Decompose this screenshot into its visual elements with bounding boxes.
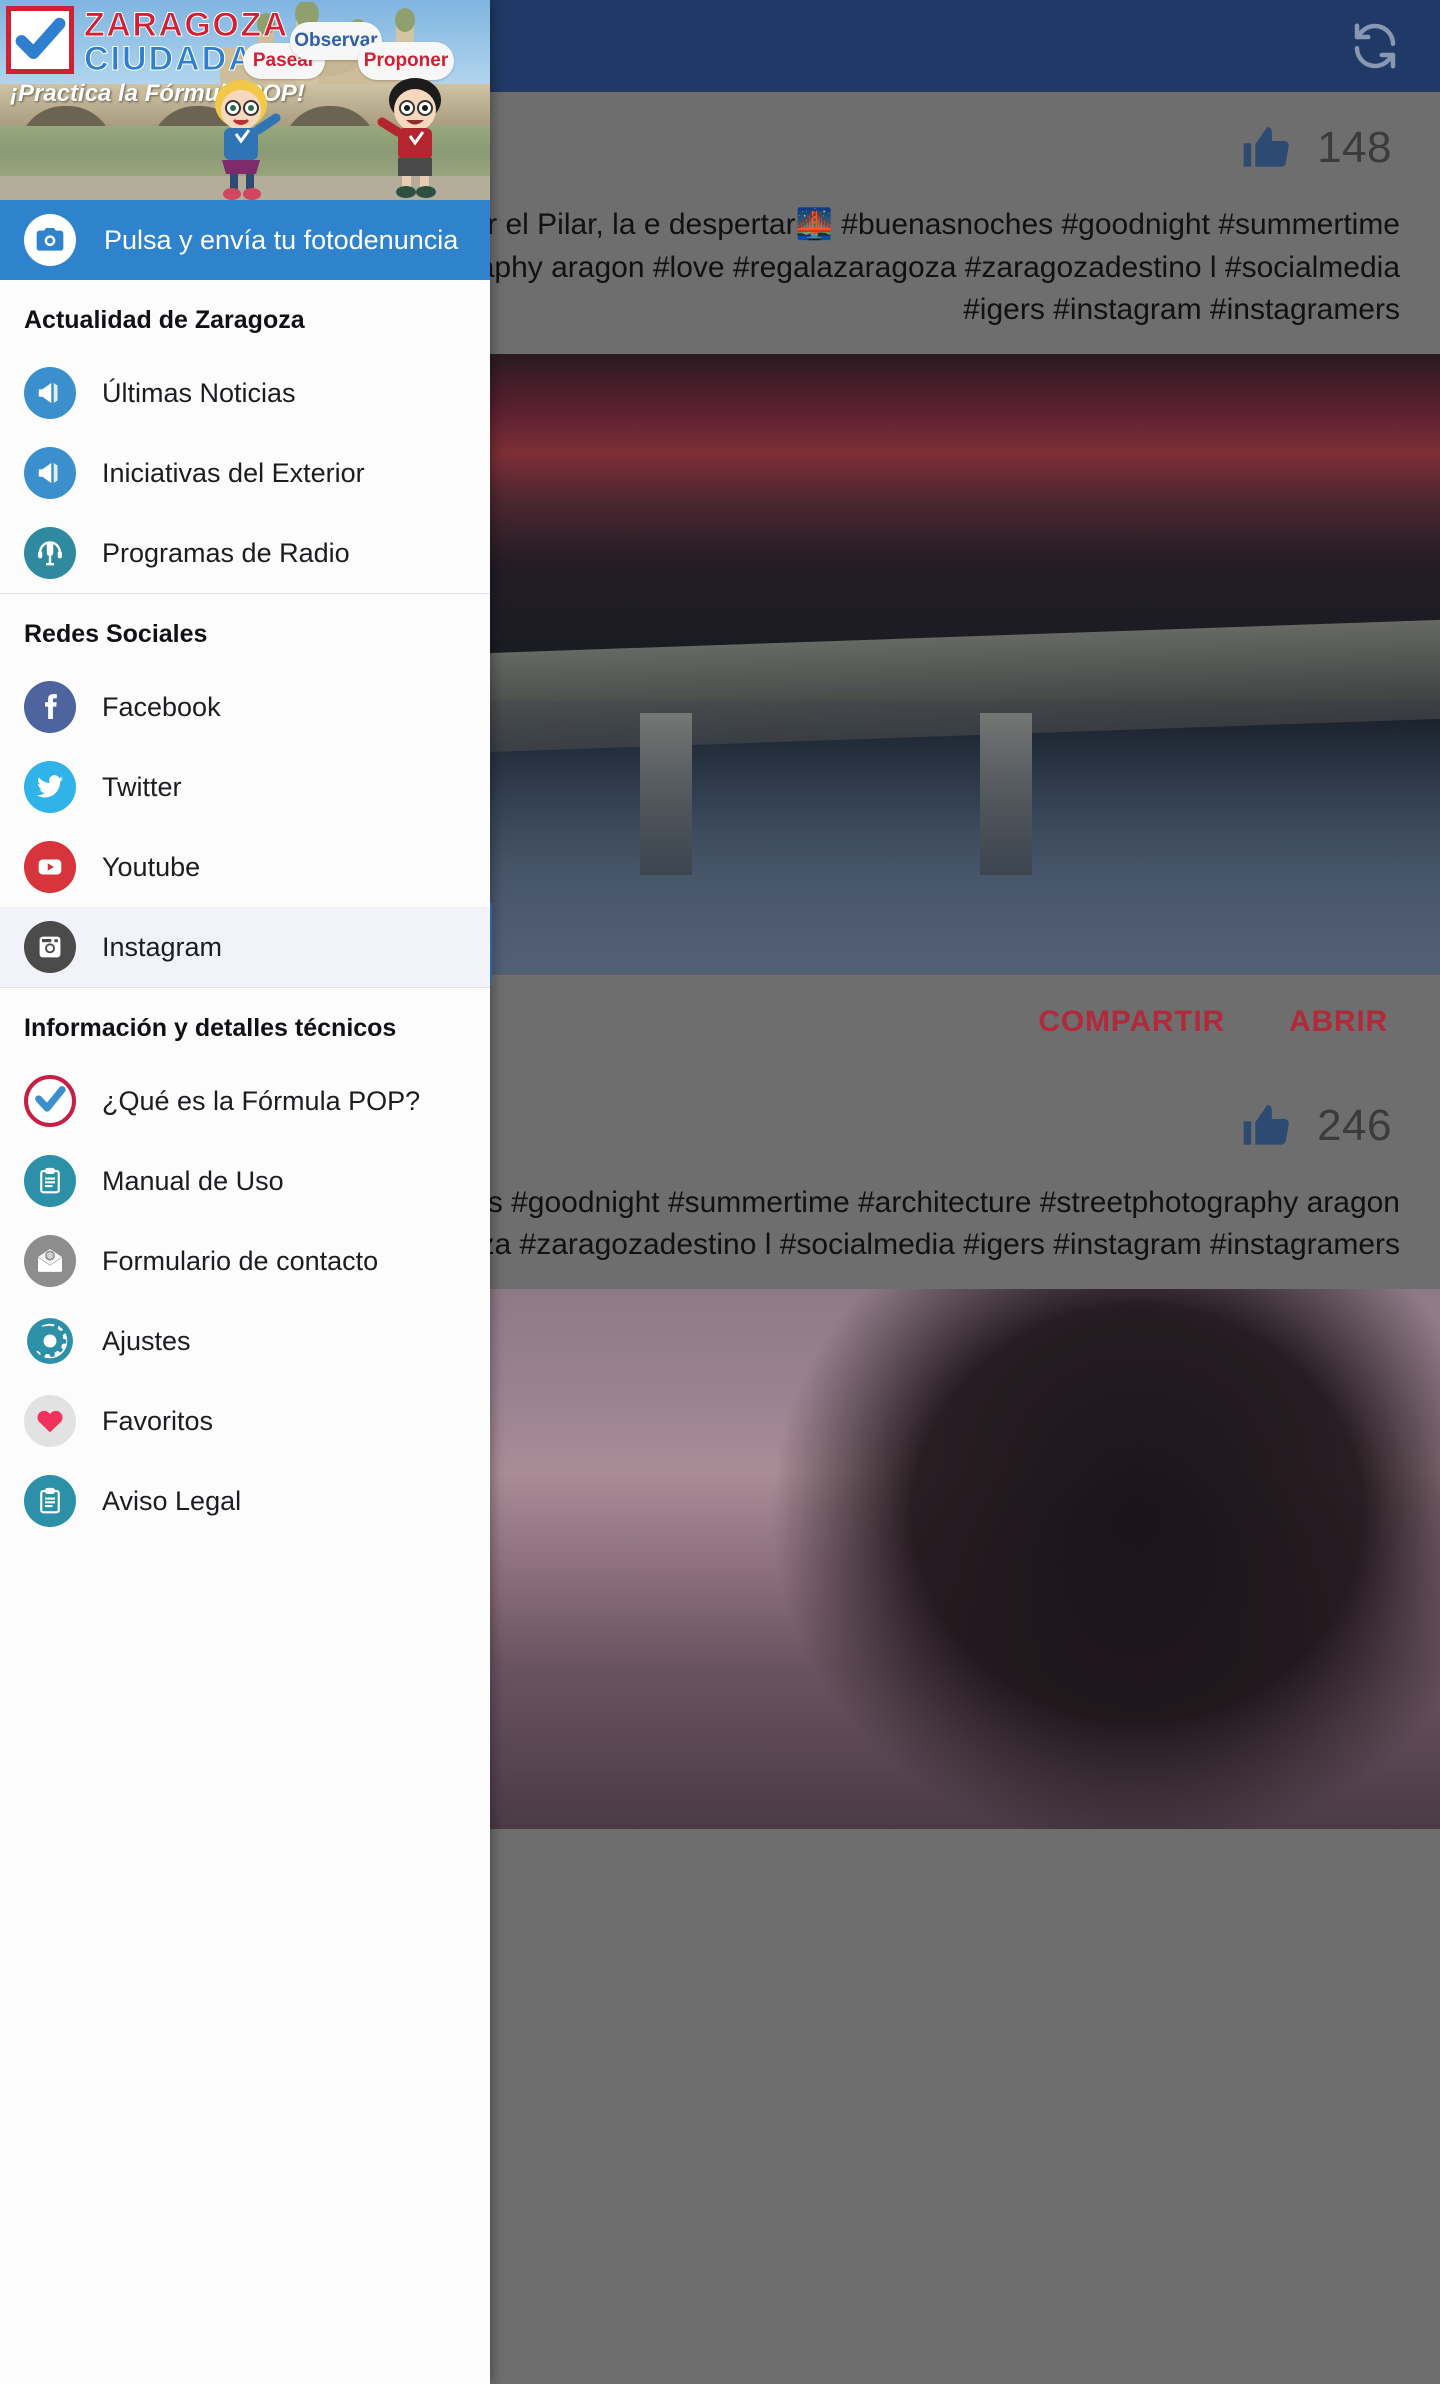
heart-icon: [24, 1395, 76, 1447]
camera-icon: [24, 214, 76, 266]
menu-label: Facebook: [102, 691, 221, 722]
menu-label: Manual de Uso: [102, 1165, 284, 1196]
logo-checkbox-icon: [6, 6, 74, 74]
girl-character: [215, 80, 281, 200]
boy-character: [377, 78, 441, 198]
menu-label: Formulario de contacto: [102, 1245, 379, 1276]
menu-item-youtube[interactable]: Youtube: [0, 827, 490, 907]
section-actualidad: Actualidad de Zaragoza Últimas Noticias …: [0, 280, 490, 593]
menu-item-ajustes[interactable]: Ajustes: [0, 1301, 490, 1381]
document-icon: [24, 1475, 76, 1527]
section-title: Actualidad de Zaragoza: [24, 306, 305, 334]
instagram-icon: [24, 921, 76, 973]
drawer-banner: ZARAGOZA CIUDADANA ¡Practica la Fórmula …: [0, 0, 490, 200]
microphone-headphones-icon: [24, 527, 76, 579]
facebook-icon: [24, 681, 76, 733]
photo-report-label: Pulsa y envía tu fotodenuncia: [104, 224, 459, 255]
pop-checkmark-icon: [24, 1075, 76, 1127]
menu-item-programas-radio[interactable]: Programas de Radio: [0, 513, 490, 593]
menu-item-twitter[interactable]: Twitter: [0, 747, 490, 827]
svg-text:@: @: [47, 1253, 54, 1260]
section-redes-sociales: Redes Sociales Facebook Twitter Youtube: [0, 593, 490, 987]
section-title: Redes Sociales: [24, 620, 208, 648]
navigation-drawer[interactable]: ZARAGOZA CIUDADANA ¡Practica la Fórmula …: [0, 0, 490, 2384]
envelope-at-icon: @: [24, 1235, 76, 1287]
menu-label: Instagram: [102, 931, 223, 962]
megaphone-icon: [24, 447, 76, 499]
menu-item-favoritos[interactable]: Favoritos: [0, 1381, 490, 1461]
menu-label: Últimas Noticias: [102, 377, 296, 408]
menu-item-instagram[interactable]: Instagram: [0, 907, 490, 987]
menu-label: Iniciativas del Exterior: [102, 457, 365, 488]
document-icon: [24, 1155, 76, 1207]
section-informacion: Información y detalles técnicos ¿Qué es …: [0, 987, 490, 1541]
menu-label: Aviso Legal: [102, 1485, 242, 1516]
menu-item-que-es-formula-pop[interactable]: ¿Qué es la Fórmula POP?: [0, 1061, 490, 1141]
menu-label: Favoritos: [102, 1405, 214, 1436]
menu-label: Youtube: [102, 851, 201, 882]
menu-label: Twitter: [102, 771, 182, 802]
section-title: Información y detalles técnicos: [24, 1014, 397, 1042]
menu-item-aviso-legal[interactable]: Aviso Legal: [0, 1461, 490, 1541]
megaphone-icon: [24, 367, 76, 419]
menu-item-iniciativas-exterior[interactable]: Iniciativas del Exterior: [0, 433, 490, 513]
gear-icon: [24, 1315, 76, 1367]
youtube-icon: [24, 841, 76, 893]
menu-label: ¿Qué es la Fórmula POP?: [102, 1085, 421, 1116]
menu-item-facebook[interactable]: Facebook: [0, 667, 490, 747]
menu-label: Ajustes: [102, 1325, 191, 1356]
menu-label: Programas de Radio: [102, 537, 350, 568]
menu-item-formulario-contacto[interactable]: @ Formulario de contacto: [0, 1221, 490, 1301]
photo-report-button[interactable]: Pulsa y envía tu fotodenuncia: [0, 200, 490, 280]
twitter-icon: [24, 761, 76, 813]
menu-item-ultimas-noticias[interactable]: Últimas Noticias: [0, 353, 490, 433]
menu-item-manual-de-uso[interactable]: Manual de Uso: [0, 1141, 490, 1221]
